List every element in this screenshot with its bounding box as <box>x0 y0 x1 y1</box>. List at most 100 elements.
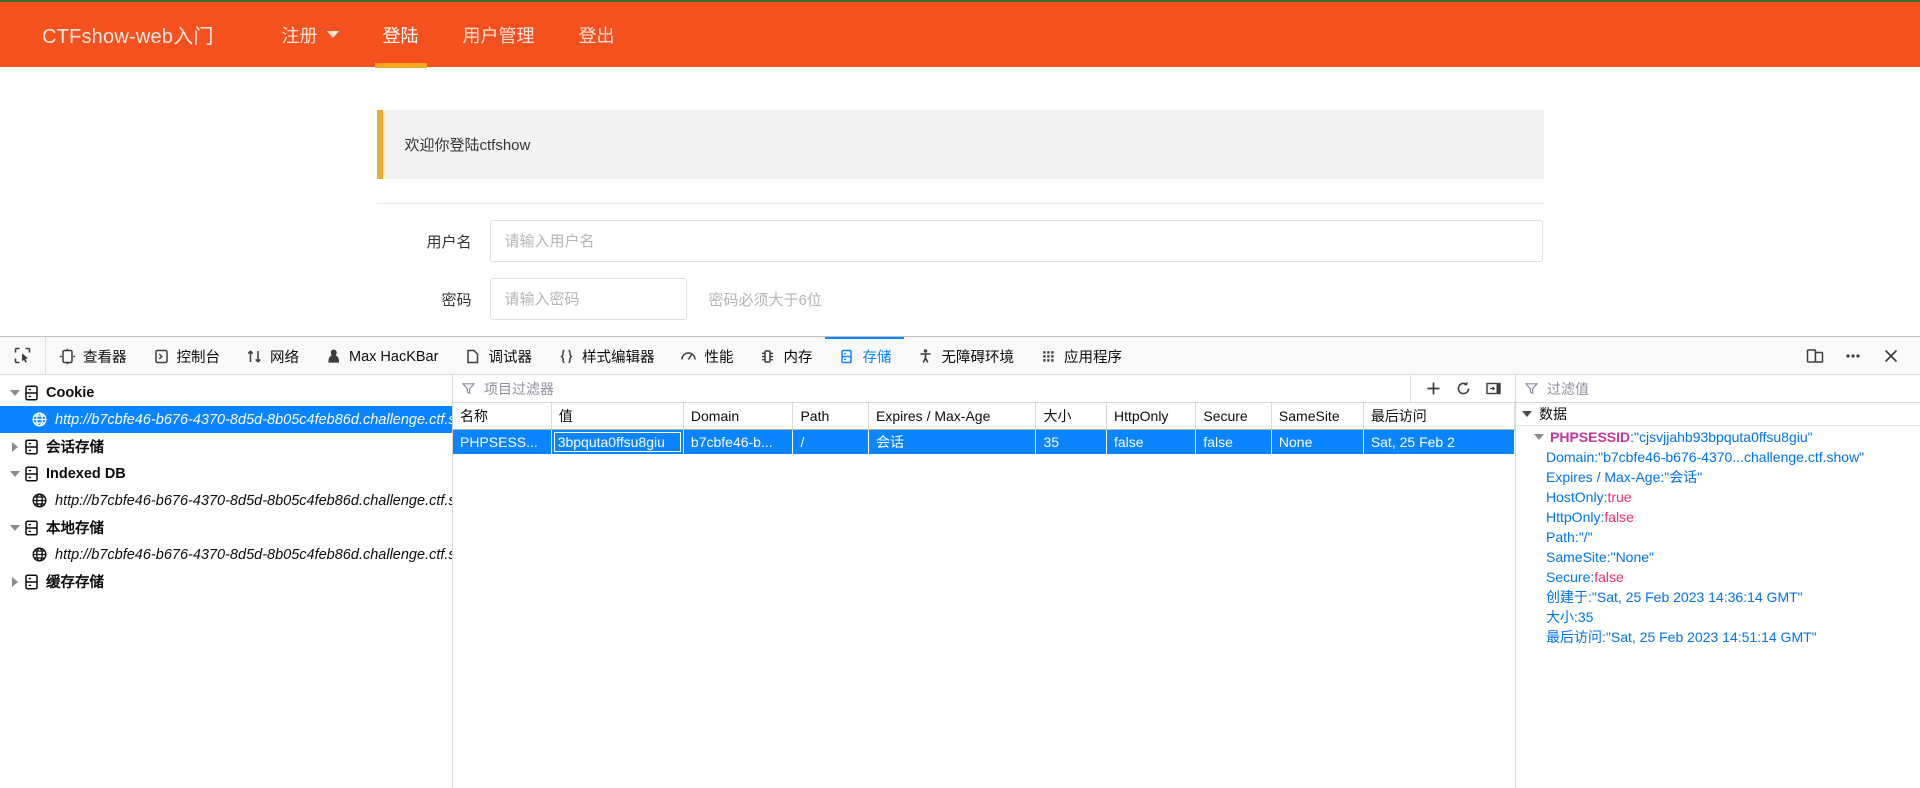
nav-item-register[interactable]: 注册 <box>260 1 361 68</box>
devtools-tab-label: 样式编辑器 <box>581 350 655 366</box>
nav-item-label: 用户管理 <box>462 25 535 46</box>
detail-property-row[interactable]: Expires / Max-Age: "会话" <box>1516 467 1920 487</box>
password-label: 密码 <box>441 291 472 309</box>
storage-tree-group[interactable]: 缓存存储 <box>0 568 452 595</box>
tree-item-label: http://b7cbfe46-b676-4370-8d5d-8b05c4feb… <box>55 492 453 509</box>
nav-item-logout[interactable]: 登出 <box>557 1 637 68</box>
devtools-tab-4[interactable]: Max HacKBar <box>312 337 451 374</box>
cookie-table-row[interactable]: PHPSESS... 3bpquta0ffsu8giu b7cbfe46-b... /… <box>453 429 1515 454</box>
chevron-right-icon[interactable] <box>6 441 24 452</box>
cookie-table-col-header[interactable]: SameSite <box>1271 403 1364 430</box>
cookie-name-cell[interactable]: PHPSESS... <box>453 429 552 454</box>
devtools-tab-3[interactable]: 网络 <box>233 337 312 374</box>
filter-icon <box>462 382 475 395</box>
cookie-table-col-header[interactable]: 大小 <box>1035 403 1107 430</box>
cookie-value-cell[interactable]: 3bpquta0ffsu8giu <box>551 429 684 454</box>
cookie-value-edit-box[interactable]: 3bpquta0ffsu8giu <box>553 432 681 452</box>
detail-key: PHPSESSID <box>1550 429 1631 445</box>
devices-icon[interactable] <box>1798 339 1832 373</box>
detail-property-row[interactable]: HostOnly: true <box>1516 487 1920 507</box>
storage-tree-origin-item[interactable]: http://b7cbfe46-b676-4370-8d5d-8b05c4feb… <box>0 406 452 433</box>
devtools-tab-label: 性能 <box>704 350 734 366</box>
chevron-right-icon[interactable] <box>6 576 24 587</box>
storage-tree-origin-item[interactable]: http://b7cbfe46-b676-4370-8d5d-8b05c4feb… <box>0 487 452 514</box>
nav-item-label: 登出 <box>578 25 615 46</box>
cookie-domain-cell[interactable]: b7cbfe46-b... <box>683 429 794 454</box>
site-navbar: CTFshow-web入门 注册 登陆 用户管理 登出 <box>0 0 1920 68</box>
ellipsis-icon[interactable] <box>1836 339 1870 373</box>
style-editor-icon <box>558 348 575 365</box>
devtools-tab-11[interactable]: 应用程序 <box>1027 337 1135 374</box>
cookie-table-col-header[interactable]: Secure <box>1195 403 1272 430</box>
devtools-tab-2[interactable]: 控制台 <box>140 337 234 374</box>
cookie-table-col-header[interactable]: Expires / Max-Age <box>868 403 1037 430</box>
nav-item-user-management[interactable]: 用户管理 <box>441 1 557 68</box>
detail-property-row[interactable]: Path: "/" <box>1516 527 1920 547</box>
detail-property-row[interactable]: HttpOnly: false <box>1516 507 1920 527</box>
devtools-tab-1[interactable]: 查看器 <box>46 337 140 374</box>
cookie-samesite-cell[interactable]: None <box>1271 429 1364 454</box>
detail-property-row[interactable]: 最后访问: "Sat, 25 Feb 2023 14:51:14 GMT" <box>1516 627 1920 647</box>
form-row-username: 用户名 <box>377 220 1544 262</box>
chevron-down-icon[interactable] <box>6 470 24 477</box>
devtools-tab-list: 查看器 控制台 网络 Max HacKBar 调试器 样式编辑器 性能 内存 存储 无障碍环境 应用… <box>46 337 1798 374</box>
detail-section-header[interactable]: 数据 <box>1516 403 1920 426</box>
cookie-table-col-header[interactable]: HttpOnly <box>1106 403 1197 430</box>
form-row-password: 密码 密码必须大于6位 <box>377 278 1544 320</box>
detail-property-value: 35 <box>1577 609 1594 625</box>
devtools-tab-5[interactable]: 调试器 <box>451 337 545 374</box>
devtools-tab-6[interactable]: 样式编辑器 <box>545 337 668 374</box>
devtools-tab-10[interactable]: 无障碍环境 <box>904 337 1027 374</box>
detail-property-row[interactable]: SameSite: "None" <box>1516 547 1920 567</box>
cookie-path-cell[interactable]: / <box>792 429 869 454</box>
element-picker-icon[interactable] <box>0 337 46 374</box>
detail-property-value: true <box>1607 489 1632 505</box>
password-input[interactable] <box>489 278 687 320</box>
detail-property-row[interactable]: 大小:35 <box>1516 607 1920 627</box>
devtools-tab-8[interactable]: 内存 <box>746 337 825 374</box>
accessibility-icon <box>917 348 934 365</box>
cookie-table-col-header[interactable]: Path <box>792 403 869 430</box>
nav-item-login[interactable]: 登陆 <box>361 1 441 68</box>
refresh-icon[interactable] <box>1449 376 1477 402</box>
storage-tree-group[interactable]: Cookie <box>0 379 452 406</box>
item-filter-input[interactable] <box>482 379 1410 398</box>
cookie-table-col-header[interactable]: 最后访问 <box>1363 403 1515 430</box>
cookie-table-col-header[interactable]: 名称 <box>453 403 552 430</box>
devtools-tab-label: Max HacKBar <box>349 348 439 365</box>
cookie-table-scroll[interactable]: 名称值 Domain Path Expires / Max-Age 大小 HttpOnly… <box>453 403 1515 788</box>
detail-property-value: "会话" <box>1664 469 1703 485</box>
cookie-size-cell[interactable]: 35 <box>1035 429 1107 454</box>
cookie-httponly-cell[interactable]: false <box>1106 429 1197 454</box>
close-icon[interactable] <box>1874 339 1908 373</box>
detail-property-row[interactable]: Secure: false <box>1516 567 1920 587</box>
devtools-tab-9[interactable]: 存储 <box>825 337 905 374</box>
chevron-down-icon[interactable] <box>6 524 24 531</box>
value-filter-input[interactable] <box>1545 379 1920 398</box>
chevron-down-icon[interactable] <box>6 389 24 396</box>
web-page-viewport: CTFshow-web入门 注册 登陆 用户管理 登出 欢迎你登陆ctfshow… <box>0 0 1920 336</box>
cookie-expires-cell[interactable]: 会话 <box>868 429 1037 454</box>
storage-tree-group[interactable]: Indexed DB <box>0 460 452 487</box>
detail-property-label: Secure <box>1546 569 1591 585</box>
cookie-last-accessed-cell[interactable]: Sat, 25 Feb 2 <box>1363 429 1515 454</box>
devtools-tab-7[interactable]: 性能 <box>667 337 746 374</box>
storage-tree-origin-item[interactable]: http://b7cbfe46-b676-4370-8d5d-8b05c4feb… <box>0 541 452 568</box>
storage-tree-group[interactable]: 本地存储 <box>0 514 452 541</box>
detail-key-value: "cjsvjjahb93bpquta0ffsu8giu" <box>1634 429 1813 445</box>
cookie-secure-cell[interactable]: false <box>1195 429 1272 454</box>
detail-property-row[interactable]: Domain: "b7cbfe46-b676-4370...challenge.c… <box>1516 447 1920 467</box>
storage-tree-group[interactable]: 会话存储 <box>0 433 452 460</box>
cookie-table-col-header[interactable]: 值 <box>551 403 684 430</box>
detail-property-row[interactable]: 创建于: "Sat, 25 Feb 2023 14:36:14 GMT" <box>1516 587 1920 607</box>
sidebar-toggle-icon[interactable] <box>1479 376 1507 402</box>
cookie-table-col-header[interactable]: Domain <box>683 403 794 430</box>
detail-property-value: "Sat, 25 Feb 2023 14:51:14 GMT" <box>1605 629 1817 645</box>
plus-icon[interactable] <box>1419 376 1447 402</box>
navbar-brand[interactable]: CTFshow-web入门 <box>42 20 214 49</box>
tree-item-label: http://b7cbfe46-b676-4370-8d5d-8b05c4feb… <box>55 411 453 428</box>
network-icon <box>246 348 263 365</box>
cookie-table-header-row: 名称值 Domain Path Expires / Max-Age 大小 HttpOnly… <box>453 403 1515 430</box>
username-input[interactable] <box>489 220 1543 262</box>
detail-root-row[interactable]: PHPSESSID: "cjsvjjahb93bpquta0ffsu8giu" <box>1516 427 1920 447</box>
